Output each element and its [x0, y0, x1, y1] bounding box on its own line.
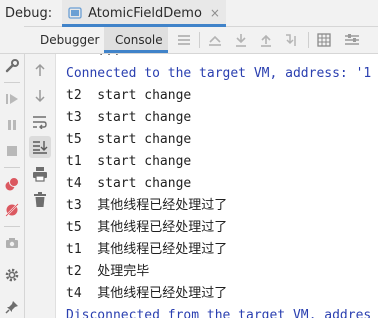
console-line: t5 start change: [66, 132, 192, 147]
console-line: t5 其他线程已经处理过了: [66, 220, 228, 235]
console-line: t4 其他线程已经处理过了: [66, 286, 228, 301]
step-into-icon[interactable]: [233, 32, 249, 48]
scroll-up-icon[interactable]: [31, 61, 49, 79]
close-tab-icon[interactable]: ×: [210, 6, 220, 20]
console-line: Connected to the target VM, address: '1: [66, 66, 372, 81]
tab-debugger[interactable]: Debugger: [30, 27, 110, 53]
run-config-tab[interactable]: AtomicFieldDemo ×: [62, 0, 226, 27]
menu-icon[interactable]: [176, 32, 192, 48]
step-out-icon[interactable]: [258, 32, 274, 48]
tab-console[interactable]: Console: [104, 27, 168, 53]
run-config-icon: [68, 6, 82, 20]
left-action-bar: [0, 26, 25, 318]
debug-toolbar: Debugger Console: [0, 27, 378, 54]
evaluate-icon[interactable]: [316, 32, 332, 48]
pause-program-icon[interactable]: [3, 116, 21, 134]
camera-icon[interactable]: [3, 234, 21, 252]
run-to-cursor-icon[interactable]: [285, 32, 301, 48]
view-breakpoints-icon[interactable]: [3, 175, 21, 193]
print-icon[interactable]: [31, 165, 49, 183]
console-line: t2 start change: [66, 88, 192, 103]
restore-layout-icon[interactable]: [207, 32, 223, 48]
trash-icon[interactable]: [31, 191, 49, 209]
tab-console-label: Console: [115, 33, 163, 47]
settings-icon[interactable]: [344, 32, 360, 48]
scroll-to-end-icon[interactable]: [29, 136, 51, 158]
console-line: t1 start change: [66, 154, 192, 169]
console-line: Disconnected from the target VM, addres: [66, 308, 372, 318]
debug-titlebar: Debug: AtomicFieldDemo ×: [0, 0, 378, 27]
scroll-down-icon[interactable]: [31, 87, 49, 105]
console-line: t3 其他线程已经处理过了: [66, 198, 228, 213]
console-line: t4 start change: [66, 176, 192, 191]
console-line: t1 其他线程已经处理过了: [66, 242, 228, 257]
console-output[interactable]: ... Connected to the target VM, address:…: [56, 54, 378, 318]
settings-gear-icon[interactable]: [3, 266, 21, 284]
console-line: t3 start change: [66, 110, 192, 125]
console-line: t2 处理完毕: [66, 264, 150, 279]
wrench-icon[interactable]: [3, 57, 21, 75]
debug-label: Debug:: [5, 5, 53, 21]
stop-icon[interactable]: [3, 142, 21, 160]
run-config-name: AtomicFieldDemo: [88, 5, 202, 21]
resume-program-icon[interactable]: [3, 90, 21, 108]
mute-breakpoints-icon[interactable]: [3, 201, 21, 219]
console-sidebar: [25, 54, 56, 318]
console-line: ...: [66, 54, 121, 60]
pin-icon[interactable]: [3, 298, 21, 316]
soft-wrap-icon[interactable]: [31, 113, 49, 131]
tab-debugger-label: Debugger: [40, 33, 100, 47]
